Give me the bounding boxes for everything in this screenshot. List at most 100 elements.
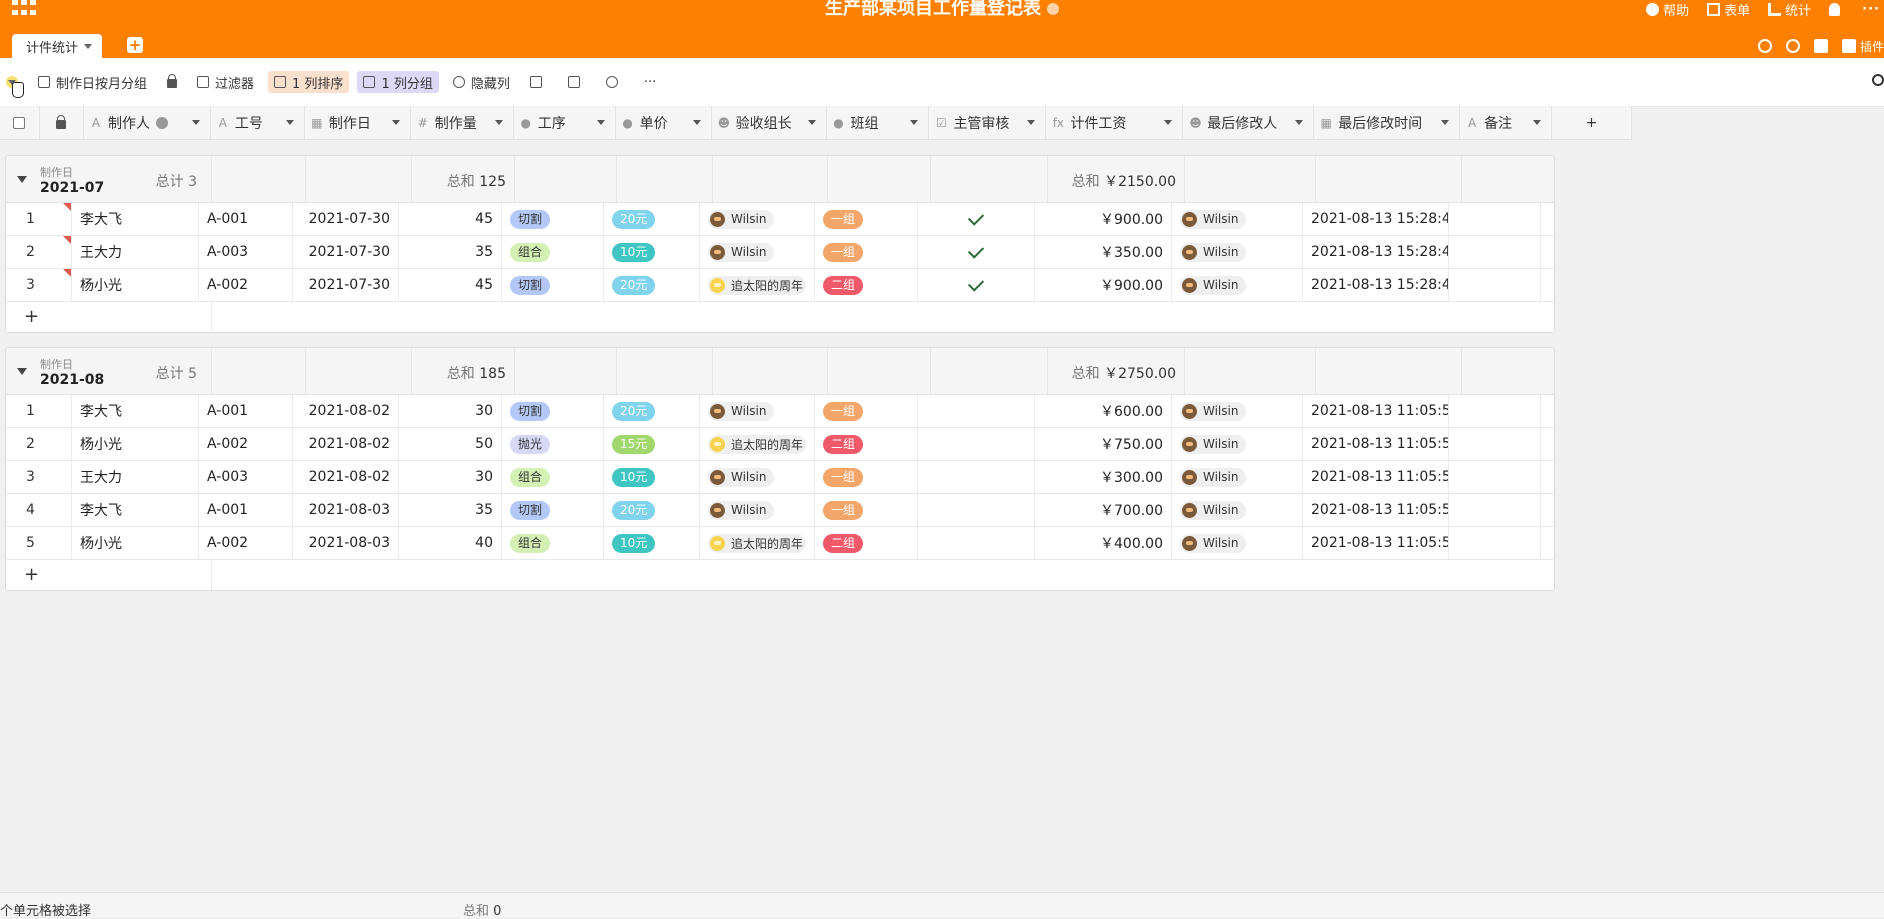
add-row-button[interactable]: + [6,560,212,590]
chevron-down-icon[interactable] [191,120,200,125]
cell-wage[interactable]: ￥900.00 [1035,269,1172,301]
cell-wage[interactable]: ￥700.00 [1035,494,1172,526]
cell-note[interactable] [1449,395,1541,427]
col-price[interactable]: ● 单价 [616,106,712,139]
cell-team[interactable]: 二组 [815,428,918,460]
cell-modifier[interactable]: Wilsin [1172,269,1303,301]
cell-mtime[interactable]: 2021-08-13 15:28:49 [1303,269,1449,301]
add-row-button[interactable]: + [6,302,212,332]
cell-review[interactable] [918,494,1035,526]
cell-inspector[interactable]: Wilsin [700,236,815,268]
cell-wage[interactable]: ￥400.00 [1035,527,1172,559]
cell-price[interactable]: 20元 [604,395,700,427]
col-mtime[interactable]: ▦ 最后修改时间 [1314,106,1461,139]
cell-process[interactable]: 组合 [502,236,604,268]
sort-button[interactable]: 1 列排序 [268,71,350,93]
table-row[interactable]: 4 李大飞 A-001 2021-08-03 35 切割 20元 Wilsin 一组 ￥700.0… [6,494,1554,527]
cell-modifier[interactable]: Wilsin [1172,461,1303,493]
row-number[interactable]: 1 [6,203,72,235]
chevron-down-icon[interactable] [910,120,919,125]
cell-team[interactable]: 一组 [815,395,918,427]
cell-note[interactable] [1449,527,1541,559]
add-row[interactable]: + [6,302,1554,332]
cell-price[interactable]: 20元 [604,494,700,526]
cell-note[interactable] [1449,236,1541,268]
cell-qty[interactable]: 40 [399,527,502,559]
chevron-down-icon[interactable] [1295,120,1304,125]
help-icon[interactable] [155,116,168,129]
cell-inspector[interactable]: 追太阳的周年 [700,269,815,301]
cell-date[interactable]: 2021-08-02 [293,461,399,493]
cell-review[interactable] [918,428,1035,460]
chevron-down-icon[interactable] [807,120,816,125]
cell-mtime[interactable]: 2021-08-13 15:28:49 [1303,236,1449,268]
cell-team[interactable]: 一组 [815,461,918,493]
add-row[interactable]: + [6,560,1554,590]
row-number[interactable]: 4 [6,494,72,526]
tab-view[interactable]: 计件统计 [12,34,103,58]
cell-wage[interactable]: ￥900.00 [1035,203,1172,235]
group-button[interactable]: 1 列分组 [357,71,439,93]
table-row[interactable]: 5 杨小光 A-002 2021-08-03 40 组合 10元 追太阳的周年 二组 ￥400.0… [6,527,1554,560]
cell-wage[interactable]: ￥350.00 [1035,236,1172,268]
chevron-down-icon[interactable] [494,120,503,125]
cell-team[interactable]: 二组 [815,527,918,559]
cell-note[interactable] [1449,269,1541,301]
cell-wage[interactable]: ￥750.00 [1035,428,1172,460]
cell-modifier[interactable]: Wilsin [1172,236,1303,268]
col-wage[interactable]: fx 计件工资 [1046,106,1184,139]
col-id[interactable]: A 工号 [211,106,305,139]
cell-wage[interactable]: ￥600.00 [1035,395,1172,427]
collapse-triangle-icon[interactable] [17,368,27,375]
cell-mtime[interactable]: 2021-08-13 11:05:59 [1303,461,1449,493]
cell-modifier[interactable]: Wilsin [1172,428,1303,460]
cell-process[interactable]: 切割 [502,269,604,301]
chevron-down-icon[interactable] [692,120,701,125]
cell-qty[interactable]: 35 [399,236,502,268]
col-review[interactable]: ☑ 主管审核 [929,106,1047,139]
cell-mtime[interactable]: 2021-08-13 11:05:59 [1303,527,1449,559]
cell-maker[interactable]: 王大力 [72,461,199,493]
cell-maker[interactable]: 李大飞 [72,395,199,427]
cell-modifier[interactable]: Wilsin [1172,395,1303,427]
lock-button[interactable] [161,71,183,93]
cell-id[interactable]: A-002 [199,428,293,460]
cell-inspector[interactable]: Wilsin [700,494,815,526]
cell-review[interactable] [918,203,1035,235]
collapse-triangle-icon[interactable] [17,176,27,183]
cell-team[interactable]: 一组 [815,236,918,268]
group-setting-button[interactable]: 制作日按月分组 [32,71,153,93]
select-all-checkbox[interactable] [13,116,26,129]
cell-maker[interactable]: 杨小光 [72,527,199,559]
select-all-checkbox-cell[interactable] [0,106,40,139]
cell-mtime[interactable]: 2021-08-13 11:05:59 [1303,395,1449,427]
cell-maker[interactable]: 李大飞 [72,203,199,235]
api-icon[interactable] [1813,39,1828,53]
table-row[interactable]: 1 李大飞 A-001 2021-07-30 45 切割 20元 Wilsin 一组 ￥900.0… [6,203,1554,236]
cell-inspector[interactable]: Wilsin [700,395,815,427]
col-modifier[interactable]: ☻ 最后修改人 [1183,106,1315,139]
cell-qty[interactable]: 45 [399,269,502,301]
cell-modifier[interactable]: Wilsin [1172,527,1303,559]
cell-maker[interactable]: 李大飞 [72,494,199,526]
cell-inspector[interactable]: 追太阳的周年 [700,527,815,559]
cell-note[interactable] [1449,428,1541,460]
cell-qty[interactable]: 35 [399,494,502,526]
more-icon[interactable]: ··· [1862,2,1880,17]
row-number[interactable]: 3 [6,269,72,301]
add-column-button[interactable]: + [1552,106,1632,139]
row-number[interactable]: 1 [6,395,72,427]
cell-price[interactable]: 10元 [604,527,700,559]
cell-date[interactable]: 2021-07-30 [293,203,399,235]
row-number[interactable]: 5 [6,527,72,559]
info-icon[interactable] [1047,3,1059,15]
cell-id[interactable]: A-001 [199,395,293,427]
cell-id[interactable]: A-003 [199,461,293,493]
cell-price[interactable]: 20元 [604,203,700,235]
cell-inspector[interactable]: 追太阳的周年 [700,428,815,460]
color-button[interactable] [524,71,554,93]
table-row[interactable]: 1 李大飞 A-001 2021-08-02 30 切割 20元 Wilsin 一组 ￥600.0… [6,395,1554,428]
filter-button[interactable]: 过滤器 [191,71,260,93]
cell-review[interactable] [918,527,1035,559]
table-row[interactable]: 3 王大力 A-003 2021-08-02 30 组合 10元 Wilsin 一组 ￥300.0… [6,461,1554,494]
